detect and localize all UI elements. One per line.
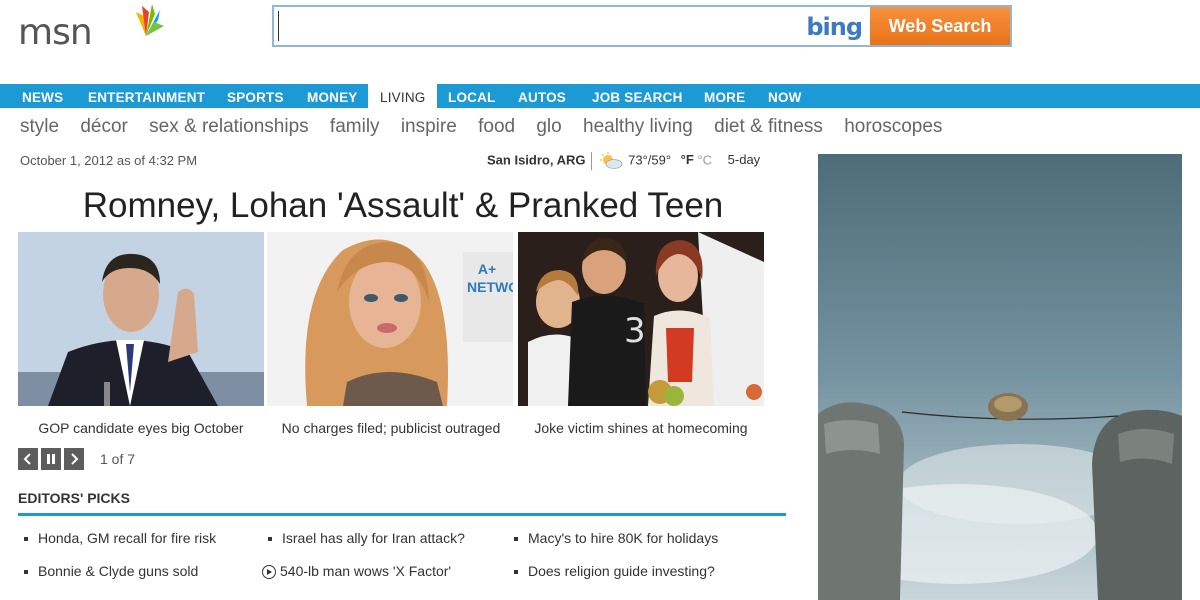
pick-item[interactable]: Israel has ally for Iran attack? xyxy=(268,530,465,546)
pause-icon xyxy=(47,454,55,464)
chevron-left-icon xyxy=(23,453,31,465)
weather-temps: 73°/59° xyxy=(628,152,672,168)
web-search-button[interactable]: Web Search xyxy=(870,7,1010,45)
pause-button[interactable] xyxy=(41,448,61,470)
unit-fahrenheit[interactable]: °F xyxy=(681,152,694,167)
msn-logo[interactable]: msn xyxy=(18,2,164,53)
weather-location[interactable]: San Isidro, ARG xyxy=(487,152,585,167)
pick-link[interactable]: 540-lb man wows 'X Factor' xyxy=(280,563,451,579)
pick-link[interactable]: Honda, GM recall for fire risk xyxy=(38,530,216,546)
living-subnav: style décor sex & relationships family i… xyxy=(20,116,958,138)
next-button[interactable] xyxy=(64,448,84,470)
nav-news[interactable]: NEWS xyxy=(22,84,63,108)
search-box: bing Web Search xyxy=(272,5,1012,47)
subnav-diet-fitness[interactable]: diet & fitness xyxy=(714,116,823,137)
editors-picks-title: EDITORS' PICKS xyxy=(18,490,130,506)
slideshow-headline[interactable]: Romney, Lohan 'Assault' & Pranked Teen xyxy=(20,186,786,226)
pick-link[interactable]: Macy's to hire 80K for holidays xyxy=(528,530,718,546)
bullet-icon xyxy=(514,537,518,542)
nav-now[interactable]: NOW xyxy=(768,84,802,108)
caption-2[interactable]: No charges filed; publicist outraged xyxy=(268,420,514,436)
subnav-style[interactable]: style xyxy=(20,116,59,137)
pick-link[interactable]: Bonnie & Clyde guns sold xyxy=(38,563,198,579)
five-day-forecast-link[interactable]: 5-day xyxy=(728,152,761,167)
nav-more[interactable]: MORE xyxy=(704,84,745,108)
bullet-icon xyxy=(268,537,272,542)
nav-autos[interactable]: AUTOS xyxy=(518,84,566,108)
subnav-food[interactable]: food xyxy=(478,116,515,137)
bullet-icon xyxy=(24,570,28,575)
msn-logo-text: msn xyxy=(18,12,93,53)
nav-local[interactable]: LOCAL xyxy=(448,84,496,108)
bing-logo: bing xyxy=(806,13,863,41)
subnav-family[interactable]: family xyxy=(330,116,380,137)
unit-celsius[interactable]: °C xyxy=(697,152,712,167)
photo-romney[interactable] xyxy=(18,232,264,406)
pick-item[interactable]: Honda, GM recall for fire risk xyxy=(24,530,216,546)
dateline: October 1, 2012 as of 4:32 PM xyxy=(20,153,198,168)
nav-entertainment[interactable]: ENTERTAINMENT xyxy=(88,84,205,108)
subnav-decor[interactable]: décor xyxy=(80,116,128,137)
pick-item[interactable]: Macy's to hire 80K for holidays xyxy=(514,530,718,546)
bullet-icon xyxy=(514,570,518,575)
editors-picks-divider xyxy=(18,513,786,516)
pick-item[interactable]: Does religion guide investing? xyxy=(514,563,715,579)
butterfly-icon xyxy=(136,4,164,36)
slide-counter: 1 of 7 xyxy=(100,451,136,467)
pick-item[interactable]: Bonnie & Clyde guns sold xyxy=(24,563,198,579)
pick-item[interactable]: 540-lb man wows 'X Factor' xyxy=(262,563,451,580)
partly-cloudy-icon xyxy=(600,152,623,169)
subnav-glo[interactable]: glo xyxy=(536,116,561,137)
search-input[interactable] xyxy=(278,11,798,41)
nav-sports[interactable]: SPORTS xyxy=(227,84,284,108)
caption-3[interactable]: Joke victim shines at homecoming xyxy=(518,420,764,436)
subnav-horoscopes[interactable]: horoscopes xyxy=(844,116,942,137)
bullet-icon xyxy=(24,537,28,542)
photo-backdrop-text: A+ NETWO xyxy=(467,261,513,295)
photo-homecoming[interactable]: 3 xyxy=(518,232,764,406)
caption-1[interactable]: GOP candidate eyes big October xyxy=(18,420,264,436)
pick-link[interactable]: Israel has ally for Iran attack? xyxy=(282,530,465,546)
pick-link[interactable]: Does religion guide investing? xyxy=(528,563,715,579)
main-nav: NEWS ENTERTAINMENT SPORTS MONEY LIVING L… xyxy=(0,84,1200,110)
weather-widget: San Isidro, ARG 73°/59° °F °C 5-day xyxy=(487,152,760,170)
chevron-right-icon xyxy=(71,453,79,465)
nav-job-search[interactable]: JOB SEARCH xyxy=(592,84,683,108)
subnav-healthy-living[interactable]: healthy living xyxy=(583,116,693,137)
weather-divider xyxy=(591,152,593,170)
nav-living[interactable]: LIVING xyxy=(368,84,438,110)
subnav-inspire[interactable]: inspire xyxy=(401,116,457,137)
nav-money[interactable]: MONEY xyxy=(307,84,358,108)
subnav-sex-relationships[interactable]: sex & relationships xyxy=(149,116,308,137)
photo-lohan[interactable]: A+ NETWO xyxy=(267,232,513,406)
advertisement-image[interactable] xyxy=(818,154,1182,600)
video-play-icon xyxy=(262,565,276,580)
previous-button[interactable] xyxy=(18,448,38,470)
svg-text:3: 3 xyxy=(624,311,646,351)
